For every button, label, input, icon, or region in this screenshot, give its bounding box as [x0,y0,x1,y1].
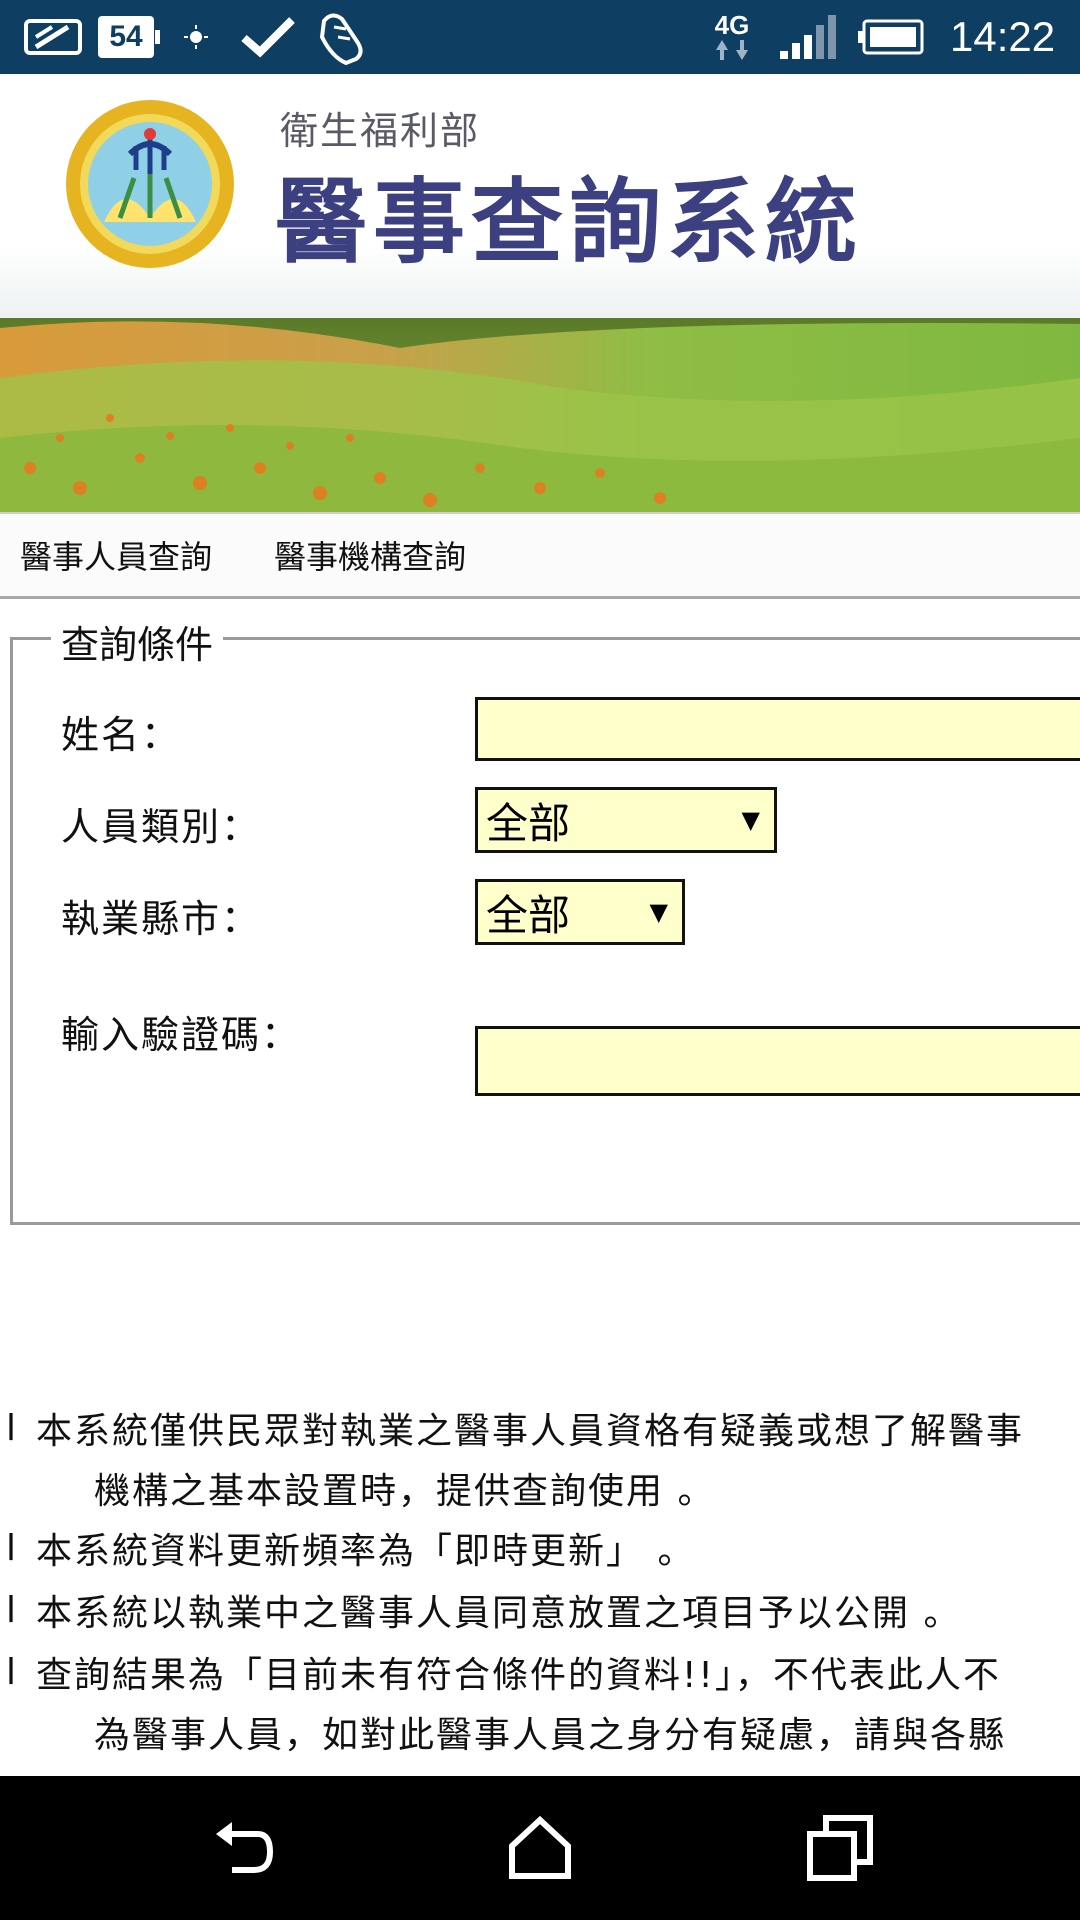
recents-icon[interactable] [804,1812,876,1884]
category-selected-value: 全部 [486,798,571,848]
category-select[interactable]: 全部 ▼ [475,787,777,853]
message-icon [22,0,84,74]
city-selected-value: 全部 [486,890,571,940]
bullet: l [6,1651,19,1693]
check-icon [240,0,296,74]
nav-medical-personnel-query[interactable]: 醫事人員查詢 [20,514,212,596]
site-header: 衛生福利部 醫事查詢系統 [0,74,1080,318]
list-item: l 本系統僅供民眾對執業之醫事人員資格有疑義或想了解醫事 [0,1398,1080,1458]
back-icon[interactable] [206,1812,278,1884]
system-navigation-bar [0,1776,1080,1920]
note-text: 本系統以執業中之醫事人員同意放置之項目予以公開 。 [36,1593,962,1634]
brightness-icon [184,0,208,74]
name-input[interactable] [475,697,1080,761]
list-item-continuation: 機構之基本設置時，提供查詢使用 。 [0,1458,1080,1518]
fieldset-legend: 查詢條件 [51,614,224,669]
system-title: 醫事查詢系統 [275,169,864,276]
list-item: l 本系統資料更新頻率為「即時更新」 。 [0,1518,1080,1578]
clock: 14:22 [950,13,1056,60]
captcha-label: 輸入驗證碼： [61,1013,302,1057]
note-text: 機構之基本設置時，提供查詢使用 。 [94,1471,716,1512]
battery-badge: 54 [98,0,160,74]
signal-icon [778,0,838,74]
notes-list: l 本系統僅供民眾對執業之醫事人員資格有疑義或想了解醫事 機構之基本設置時，提供… [0,1398,1080,1776]
network-type-label: 4G [714,10,750,40]
note-text: 本系統資料更新頻率為「即時更新」 。 [36,1531,696,1572]
dropdown-arrow-icon: ▼ [741,806,760,834]
battery-badge-number: 54 [98,16,160,58]
list-item-continuation: 為醫事人員，如對此醫事人員之身分有疑慮，請與各縣 [0,1702,1080,1762]
name-label: 姓名： [61,713,182,757]
list-item: l 本系統以執業中之醫事人員同意放置之項目予以公開 。 [0,1580,1080,1640]
bullet: l [6,1407,19,1449]
city-label: 執業縣市： [61,897,262,941]
query-conditions-fieldset: 查詢條件 姓名： 人員類別： 全部 ▼ 執業縣市： 全部 ▼ 輸入驗證碼： [10,614,1080,1225]
network-4g-icon: 4G [712,0,752,74]
captcha-input[interactable] [475,1026,1080,1096]
running-icon [312,0,372,74]
top-nav: 醫事人員查詢 醫事機構查詢 [0,512,1080,599]
note-text: 查詢結果為「目前未有符合條件的資料!!」，不代表此人不 [36,1655,1001,1696]
nav-medical-institution-query[interactable]: 醫事機構查詢 [274,514,466,596]
flower-field-image [0,318,1080,512]
note-text: 本系統僅供民眾對執業之醫事人員資格有疑義或想了解醫事 [36,1411,1025,1452]
note-text: 為醫事人員，如對此醫事人員之身分有疑慮，請與各縣 [94,1715,1007,1756]
home-icon[interactable] [504,1812,576,1884]
ministry-logo[interactable] [64,98,236,270]
dropdown-arrow-icon: ▼ [649,898,668,926]
bullet: l [6,1589,19,1631]
ministry-name: 衛生福利部 [280,109,481,153]
status-bar: 54 4G 14:22 [0,0,1080,74]
city-select[interactable]: 全部 ▼ [475,879,685,945]
banner-image [0,318,1080,512]
battery-icon [856,0,926,74]
list-item: l 查詢結果為「目前未有符合條件的資料!!」，不代表此人不 [0,1642,1080,1702]
bullet: l [6,1527,19,1569]
category-label: 人員類別： [61,805,262,849]
